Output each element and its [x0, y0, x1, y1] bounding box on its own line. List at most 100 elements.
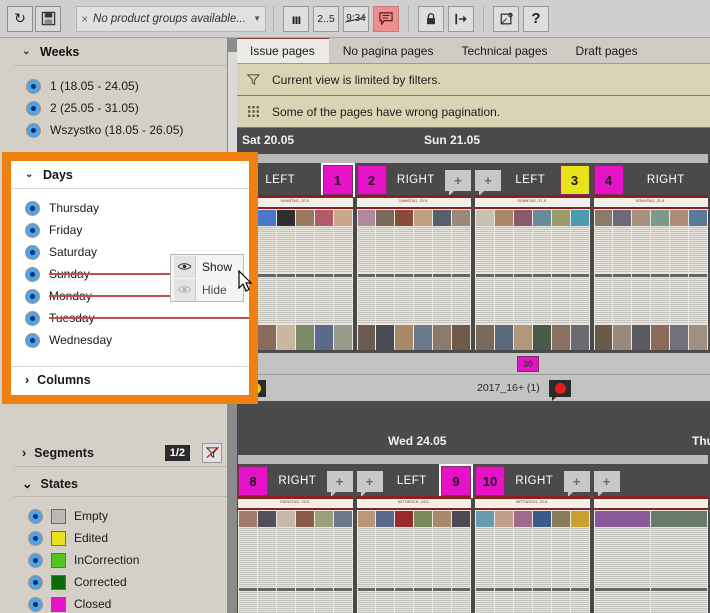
page-number-badge[interactable]: 4 [593, 165, 624, 195]
radio-icon[interactable] [28, 530, 43, 546]
context-menu-item-show[interactable]: Show [171, 255, 243, 278]
page-header-8: 8 RIGHT + [238, 466, 353, 497]
state-label: InCorrection [74, 553, 140, 567]
weeks-panel-header[interactable]: ⌄ Weeks [14, 38, 227, 66]
state-item-corrected[interactable]: Corrected [14, 571, 227, 593]
radio-icon[interactable] [28, 574, 43, 590]
radio-icon[interactable] [26, 78, 41, 94]
week-item-2[interactable]: 2 (25.05 - 31.05) [14, 97, 227, 119]
tab-issue-pages[interactable]: Issue pages [236, 38, 329, 63]
page-header-3: + LEFT 3 [475, 165, 590, 196]
day-label-wed: Wed 24.05 [388, 434, 447, 448]
columns-view-button[interactable]: ııı [283, 5, 309, 32]
page-thumbnail-10[interactable]: 10 RIGHT + MITTWOCH, 24.5. [475, 466, 590, 613]
radio-icon[interactable] [28, 508, 43, 524]
page-preview[interactable]: MITTWOCH, 24.5. [356, 496, 471, 613]
state-color-swatch [51, 574, 66, 590]
clear-icon[interactable]: × [81, 12, 88, 26]
add-comment-icon[interactable]: + [445, 169, 471, 196]
page-number-badge[interactable]: 10 [475, 466, 505, 496]
radio-icon[interactable] [25, 288, 40, 304]
days-panel-header[interactable]: ⌄ Days [11, 161, 249, 189]
tab-draft-pages[interactable]: Draft pages [562, 39, 652, 63]
day-item-wednesday[interactable]: Wednesday [11, 329, 249, 351]
page-preview[interactable]: SAMSTAG, 20.5. [356, 195, 471, 350]
radio-icon[interactable] [26, 100, 41, 116]
page-thumbnail-2[interactable]: 2 RIGHT + SAMSTAG, 20.5. [356, 165, 471, 350]
page-thumbnail-4[interactable]: 4 RIGHT SONNTAG, 21.5. [593, 165, 709, 350]
radio-icon[interactable] [28, 596, 43, 612]
filter-clear-icon[interactable] [202, 442, 222, 463]
day-item-friday[interactable]: Friday [11, 219, 249, 241]
state-color-swatch [51, 552, 66, 568]
tab-no-pagina-pages[interactable]: No pagina pages [329, 39, 448, 63]
page-thumbnail-partial[interactable]: + [593, 466, 709, 613]
state-item-empty[interactable]: Empty [14, 505, 227, 527]
add-comment-icon[interactable]: + [563, 470, 590, 497]
page-side-label: RIGHT [396, 174, 435, 186]
state-item-edited[interactable]: Edited [14, 527, 227, 549]
week-item-1[interactable]: 1 (18.05 - 24.05) [14, 75, 227, 97]
week-item-3[interactable]: Wszystko (18.05 - 26.05) [14, 119, 227, 141]
comment-marker-red[interactable] [549, 379, 571, 401]
page-masthead [593, 499, 708, 508]
page-preview[interactable]: DIENSTAG, 23.5. [238, 496, 353, 613]
lock-button[interactable] [418, 5, 444, 32]
page-side-label: RIGHT [646, 174, 685, 186]
radio-icon[interactable] [25, 222, 40, 238]
export-button[interactable] [448, 5, 474, 32]
states-panel-header[interactable]: ⌄ States [14, 471, 227, 497]
visibility-context-menu[interactable]: Show Hide [170, 254, 244, 302]
page-thumbnail-9[interactable]: + LEFT 9 MITTWOCH, 24.5. [356, 464, 473, 613]
page-header-4: 4 RIGHT [593, 165, 709, 195]
page-number-badge[interactable]: 3 [559, 165, 590, 195]
columns-panel-header[interactable]: › Columns [11, 366, 249, 392]
state-item-incorrection[interactable]: InCorrection [14, 549, 227, 571]
comments-button[interactable] [373, 5, 399, 32]
time-strike-button[interactable]: 9:34 [343, 5, 369, 32]
tab-technical-pages[interactable]: Technical pages [447, 39, 561, 63]
page-thumbnail-3[interactable]: + LEFT 3 SONNTAG, 21.5. [475, 165, 590, 350]
radio-icon[interactable] [25, 310, 40, 326]
add-comment-icon[interactable]: + [593, 470, 620, 497]
page-thumbnail-8[interactable]: 8 RIGHT + DIENSTAG, 23.5. [238, 466, 353, 613]
toolbar: ↻ × No product groups available... ▼ ııı… [0, 0, 710, 38]
note-button[interactable] [493, 5, 519, 32]
radio-icon[interactable] [25, 200, 40, 216]
add-comment-icon[interactable]: + [356, 470, 383, 497]
context-menu-item-hide[interactable]: Hide [171, 278, 243, 301]
state-item-closed[interactable]: Closed [14, 593, 227, 613]
radio-icon[interactable] [25, 244, 40, 260]
scale-button[interactable]: 2..5 [313, 5, 339, 32]
page-preview[interactable]: SONNTAG, 21.5. [593, 195, 708, 350]
chevron-down-icon[interactable]: ▼ [253, 14, 261, 23]
day-item-thursday[interactable]: Thursday [11, 197, 249, 219]
segments-panel-header[interactable]: › Segments 1/2 [14, 439, 227, 467]
filter-notice-text: Current view is limited by filters. [272, 72, 441, 87]
radio-icon[interactable] [28, 552, 43, 568]
help-button[interactable]: ? [523, 5, 549, 32]
context-menu-label: Show [202, 259, 233, 274]
pages-board[interactable]: Sat 20.05 Sun 21.05 LEFT 1 SAMSTAG, 20.5… [236, 128, 710, 613]
separator-page-badge[interactable]: 30 [517, 356, 539, 372]
radio-icon[interactable] [26, 122, 41, 138]
radio-icon[interactable] [25, 332, 40, 348]
day-label: Thursday [49, 201, 100, 215]
save-icon[interactable] [35, 5, 61, 32]
page-number-badge[interactable]: 9 [439, 464, 473, 498]
page-preview[interactable]: MITTWOCH, 24.5. [475, 496, 590, 613]
add-comment-icon[interactable]: + [475, 169, 501, 196]
refresh-icon[interactable]: ↻ [7, 5, 33, 32]
page-masthead: SONNTAG, 21.5. [593, 198, 708, 207]
add-comment-icon[interactable]: + [326, 470, 353, 497]
radio-icon[interactable] [25, 266, 40, 282]
lock-icon [427, 12, 435, 24]
weeks-title: Weeks [40, 44, 80, 59]
product-group-combo[interactable]: × No product groups available... ▼ [76, 5, 266, 32]
page-number-badge[interactable]: 1 [320, 163, 355, 197]
page-preview[interactable] [593, 496, 708, 613]
page-header-partial: + [593, 466, 709, 497]
page-number-badge[interactable]: 8 [238, 466, 268, 496]
page-number-badge[interactable]: 2 [356, 165, 387, 195]
page-preview[interactable]: SONNTAG, 21.5. [475, 195, 590, 350]
